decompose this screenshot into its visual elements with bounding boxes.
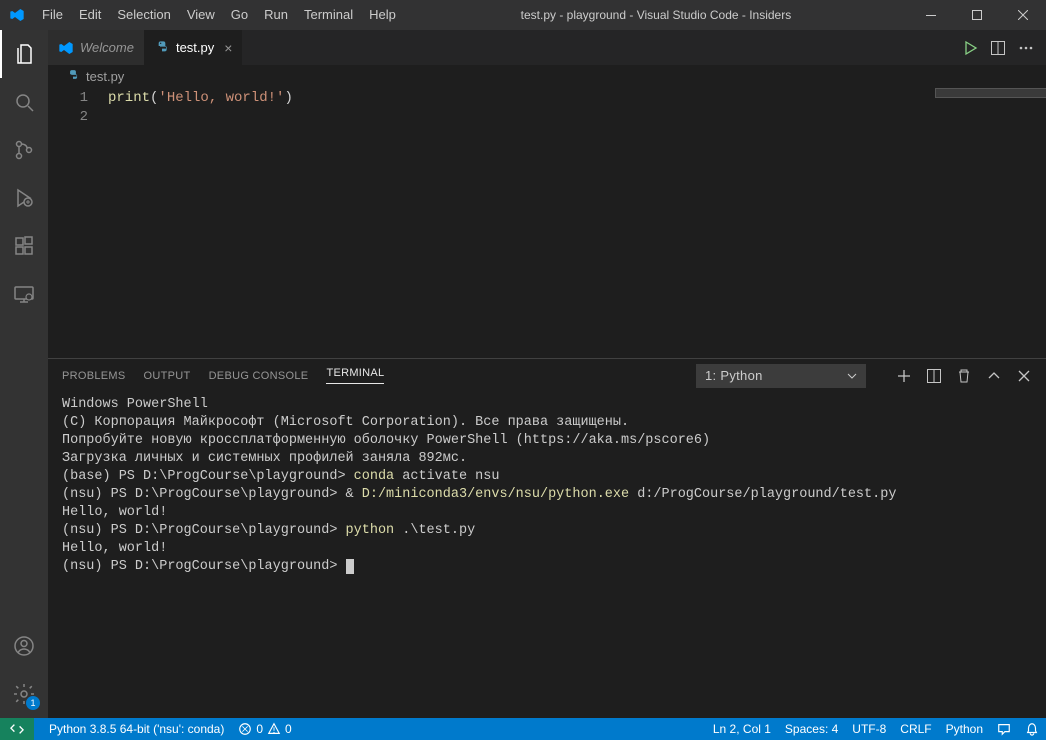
close-panel-icon[interactable] [1016,368,1032,384]
panel-tabs: PROBLEMS OUTPUT DEBUG CONSOLE TERMINAL 1… [48,359,1046,392]
chevron-down-icon [847,371,857,381]
panel: PROBLEMS OUTPUT DEBUG CONSOLE TERMINAL 1… [48,358,1046,718]
menu-terminal[interactable]: Terminal [296,0,361,30]
menu-bar: File Edit Selection View Go Run Terminal… [34,0,404,30]
titlebar: File Edit Selection View Go Run Terminal… [0,0,1046,30]
status-bell-icon[interactable] [1018,718,1046,740]
panel-tab-problems[interactable]: PROBLEMS [62,370,126,382]
tab-welcome[interactable]: Welcome [48,30,144,65]
status-language[interactable]: Python [939,718,990,740]
status-encoding[interactable]: UTF-8 [845,718,893,740]
accounts-icon[interactable] [0,622,48,670]
panel-tab-debug[interactable]: DEBUG CONSOLE [209,370,309,382]
run-debug-icon[interactable] [0,174,48,222]
source-control-icon[interactable] [0,126,48,174]
menu-run[interactable]: Run [256,0,296,30]
more-icon[interactable] [1018,40,1034,56]
explorer-icon[interactable] [0,30,48,78]
status-python[interactable]: Python 3.8.5 64-bit ('nsu': conda) [42,718,231,740]
breadcrumb-file: test.py [86,69,124,84]
panel-actions [896,368,1032,384]
maximize-panel-icon[interactable] [986,368,1002,384]
editor-tabs: Welcome test.py × [48,30,1046,65]
close-button[interactable] [1000,0,1046,30]
maximize-button[interactable] [954,0,1000,30]
editor-area: Welcome test.py × test.py 1 2 [48,30,1046,718]
tab-test-py[interactable]: test.py × [144,30,242,65]
extensions-icon[interactable] [0,222,48,270]
tab-label: Welcome [80,40,134,55]
window-title: test.py - playground - Visual Studio Cod… [404,8,908,22]
vscode-icon [58,40,74,56]
main: 1 Welcome test.py × test [0,30,1046,718]
code-editor[interactable]: 1 2 print('Hello, world!') [48,87,1046,358]
remote-indicator[interactable] [0,718,34,740]
app-logo [0,7,34,23]
statusbar: Python 3.8.5 64-bit ('nsu': conda) 0 0 L… [0,718,1046,740]
python-file-icon [154,40,170,56]
status-problems[interactable]: 0 0 [231,718,298,740]
new-terminal-icon[interactable] [896,368,912,384]
search-icon[interactable] [0,78,48,126]
menu-help[interactable]: Help [361,0,404,30]
menu-edit[interactable]: Edit [71,0,109,30]
menu-view[interactable]: View [179,0,223,30]
menu-file[interactable]: File [34,0,71,30]
breadcrumb[interactable]: test.py [48,65,1046,87]
activity-bar: 1 [0,30,48,718]
close-icon[interactable]: × [224,40,232,56]
run-icon[interactable] [962,40,978,56]
split-editor-icon[interactable] [990,40,1006,56]
status-cursor[interactable]: Ln 2, Col 1 [706,718,778,740]
status-feedback-icon[interactable] [990,718,1018,740]
minimize-button[interactable] [908,0,954,30]
line-gutter: 1 2 [48,87,108,358]
settings-badge: 1 [26,696,40,710]
terminal-selector[interactable]: 1: Python [696,364,866,388]
terminal-cursor [346,559,354,574]
tab-label: test.py [176,40,214,55]
python-file-icon [66,69,80,83]
menu-go[interactable]: Go [223,0,256,30]
settings-gear-icon[interactable]: 1 [0,670,48,718]
status-eol[interactable]: CRLF [893,718,938,740]
code-content[interactable]: print('Hello, world!') [108,87,1046,358]
menu-selection[interactable]: Selection [109,0,178,30]
terminal[interactable]: Windows PowerShell (C) Корпорация Майкро… [48,392,1046,718]
editor-actions [950,30,1046,65]
split-terminal-icon[interactable] [926,368,942,384]
panel-tab-terminal[interactable]: TERMINAL [326,367,384,384]
status-indent[interactable]: Spaces: 4 [778,718,845,740]
kill-terminal-icon[interactable] [956,368,972,384]
panel-tab-output[interactable]: OUTPUT [144,370,191,382]
minimap[interactable] [936,87,1046,358]
remote-explorer-icon[interactable] [0,270,48,318]
window-controls [908,0,1046,30]
